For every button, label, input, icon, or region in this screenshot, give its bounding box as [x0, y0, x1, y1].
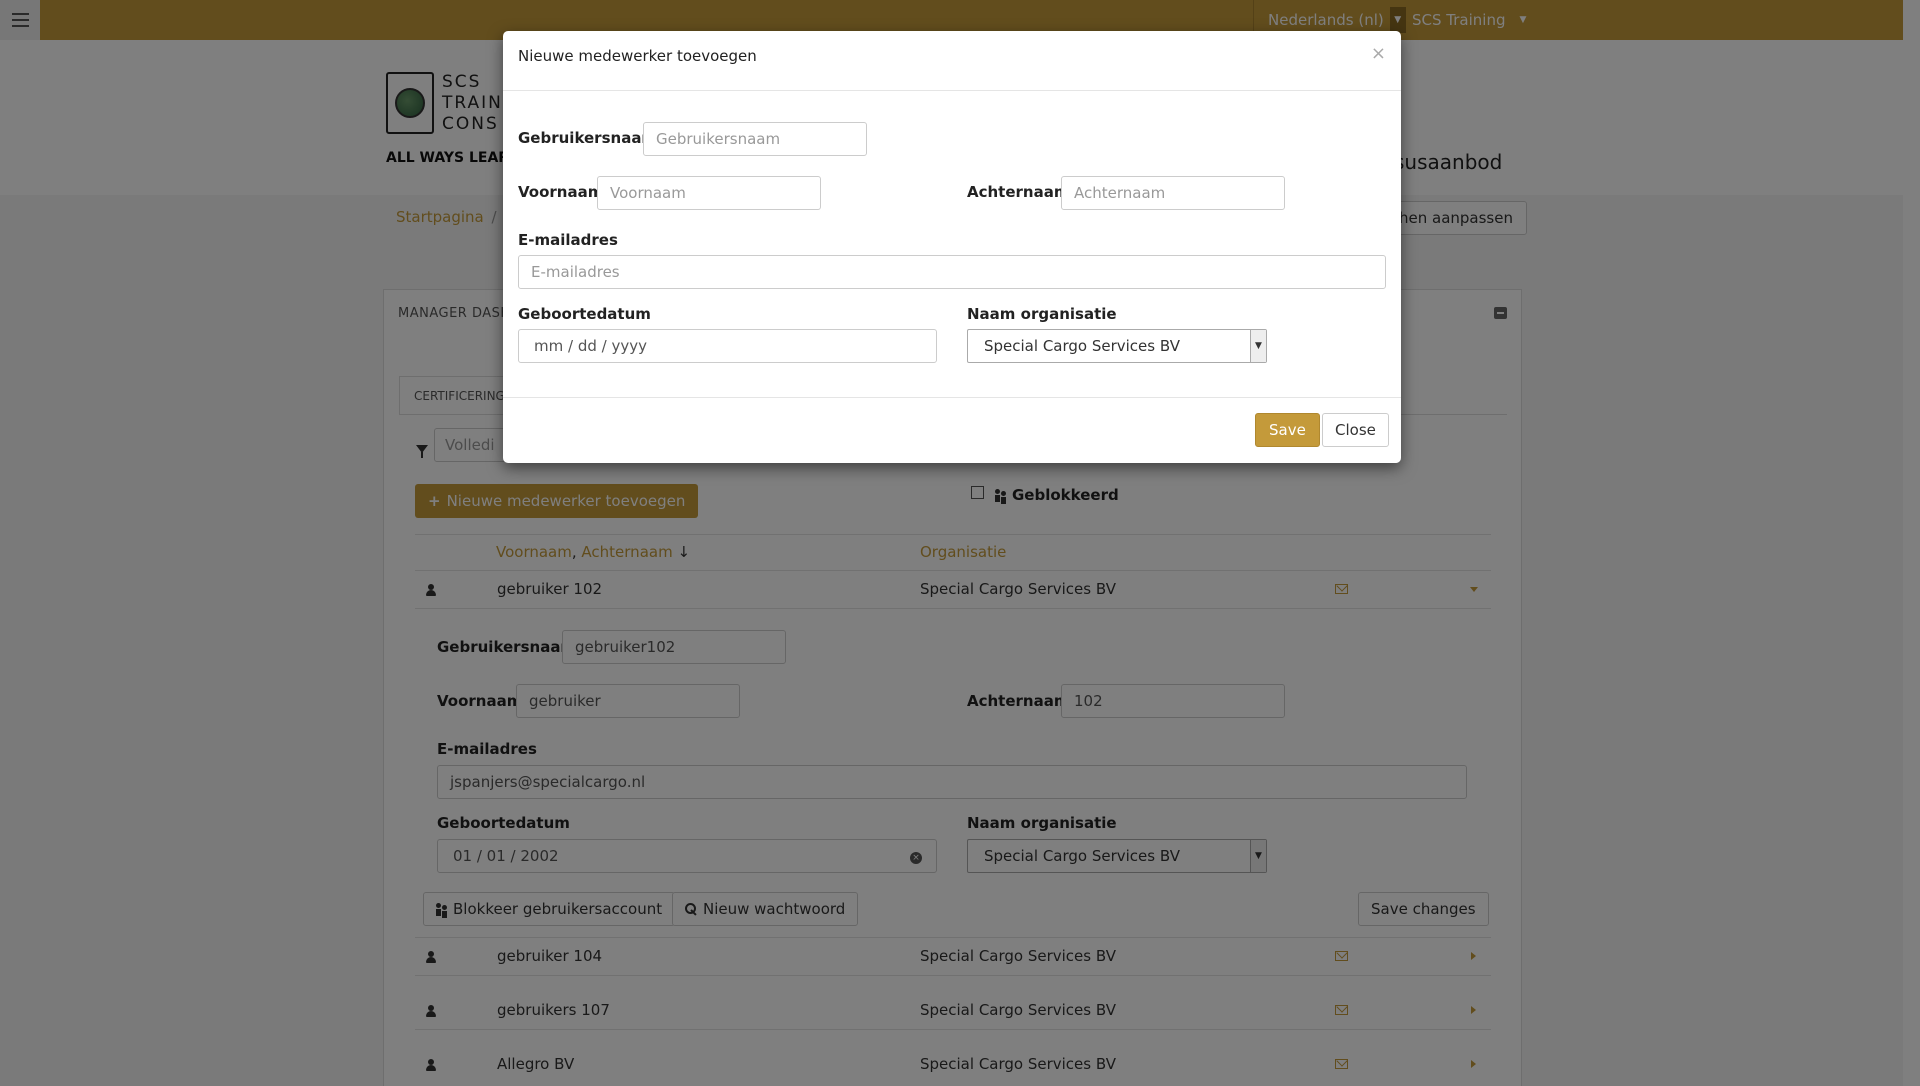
dob-label: Geboortedatum	[518, 305, 651, 323]
first-name-input[interactable]: Voornaam	[597, 176, 821, 210]
modal-header: Nieuwe medewerker toevoegen ×	[503, 31, 1401, 91]
save-button[interactable]: Save	[1255, 413, 1320, 447]
modal-title: Nieuwe medewerker toevoegen	[518, 47, 757, 65]
last-name-input[interactable]: Achternaam	[1061, 176, 1285, 210]
org-label: Naam organisatie	[967, 305, 1117, 323]
last-name-label: Achternaam	[967, 183, 1070, 201]
close-button[interactable]: Close	[1322, 413, 1389, 447]
org-select[interactable]: Special Cargo Services BV ▼	[967, 329, 1267, 363]
add-employee-modal: Nieuwe medewerker toevoegen × Gebruikers…	[503, 31, 1401, 463]
modal-footer: Save Close	[503, 397, 1401, 463]
username-input[interactable]: Gebruikersnaam	[643, 122, 867, 156]
email-label: E-mailadres	[518, 231, 618, 249]
first-name-label: Voornaam	[518, 183, 604, 201]
username-label: Gebruikersnaam	[518, 129, 658, 147]
chevron-down-icon: ▼	[1250, 330, 1266, 362]
email-input[interactable]: E-mailadres	[518, 255, 1386, 289]
dob-input[interactable]: mm / dd / yyyy	[518, 329, 937, 363]
close-icon[interactable]: ×	[1371, 43, 1386, 64]
